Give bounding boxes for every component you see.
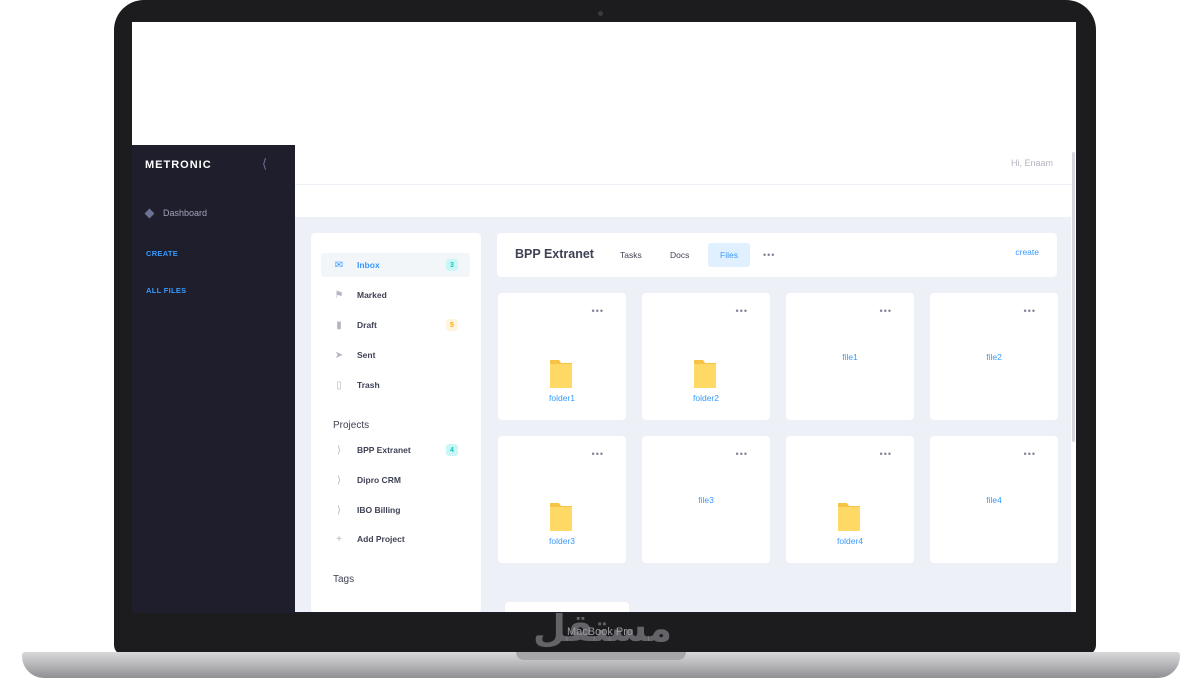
project-count-badge: 4 bbox=[446, 444, 458, 456]
sidebar-item-label: Dashboard bbox=[163, 208, 208, 218]
folder-card[interactable]: ••• folder4 bbox=[786, 436, 914, 563]
more-options-icon[interactable]: ••• bbox=[592, 306, 604, 316]
item-label[interactable]: file4 bbox=[930, 495, 1058, 505]
chevron-right-icon: ⟩ bbox=[337, 444, 341, 456]
more-options-icon[interactable]: ••• bbox=[736, 306, 748, 316]
item-label[interactable]: file3 bbox=[642, 495, 770, 505]
item-label[interactable]: folder2 bbox=[642, 393, 770, 403]
scrollbar[interactable] bbox=[1072, 152, 1075, 442]
collapse-sidebar-icon[interactable]: ⟨ bbox=[262, 156, 267, 172]
project-item-label: BPP Extranet bbox=[357, 445, 411, 455]
more-tabs-icon[interactable]: ••• bbox=[751, 243, 787, 267]
folder-card[interactable]: ••• folder1 bbox=[498, 293, 626, 420]
project-header: BPP Extranet Tasks Docs Files ••• create bbox=[497, 233, 1057, 277]
more-options-icon[interactable]: ••• bbox=[1024, 306, 1036, 316]
create-link[interactable]: create bbox=[1015, 247, 1039, 257]
brand-logo: METRONIC bbox=[145, 159, 212, 171]
project-title: BPP Extranet bbox=[515, 247, 594, 261]
tags-heading: Tags bbox=[333, 574, 355, 585]
folder-icon bbox=[550, 360, 572, 388]
laptop-notch bbox=[516, 652, 686, 660]
item-label[interactable]: file1 bbox=[786, 352, 914, 362]
menu-item-label: Marked bbox=[357, 290, 387, 300]
camera-icon bbox=[598, 11, 603, 16]
project-item-label: IBO Billing bbox=[357, 505, 401, 515]
screen: METRONIC ⟨ Dashboard CREATE ALL FILES Hi… bbox=[132, 22, 1076, 613]
more-options-icon[interactable]: ••• bbox=[592, 449, 604, 459]
mail-icon: ✉ bbox=[334, 259, 344, 271]
send-icon: ➤ bbox=[334, 349, 344, 361]
top-bar: Hi, Enaam bbox=[295, 145, 1076, 185]
tab-tasks[interactable]: Tasks bbox=[608, 243, 654, 267]
draft-icon: ▮ bbox=[336, 319, 342, 331]
chevron-right-icon: ⟩ bbox=[337, 474, 341, 486]
file-card[interactable]: ••• file3 bbox=[642, 436, 770, 563]
menu-item-label: Sent bbox=[357, 350, 376, 360]
folder-card[interactable]: ••• folder3 bbox=[498, 436, 626, 563]
sidebar-item-dashboard[interactable]: Dashboard bbox=[144, 208, 208, 218]
projects-heading: Projects bbox=[333, 420, 370, 431]
item-label[interactable]: file2 bbox=[930, 352, 1058, 362]
menu-item-trash[interactable]: ▯ Trash bbox=[321, 373, 470, 397]
menu-item-marked[interactable]: ⚑ Marked bbox=[321, 283, 470, 307]
inbox-count-badge: 3 bbox=[446, 259, 458, 271]
more-options-icon[interactable]: ••• bbox=[880, 306, 892, 316]
menu-item-label: Inbox bbox=[357, 260, 380, 270]
content-area: ✉ Inbox 3 ⚑ Marked ▮ Draft 5 ➤ Sent ▯ Tr… bbox=[295, 217, 1071, 613]
folder-icon bbox=[838, 503, 860, 531]
project-item-dipro-crm[interactable]: ⟩ Dipro CRM bbox=[321, 468, 470, 492]
plus-icon: + bbox=[336, 533, 342, 545]
add-project-button[interactable]: + Add Project bbox=[321, 527, 470, 551]
trash-icon: ▯ bbox=[336, 379, 342, 391]
file-card[interactable]: ••• file4 bbox=[930, 436, 1058, 563]
user-greeting[interactable]: Hi, Enaam bbox=[1011, 158, 1053, 168]
more-options-icon[interactable]: ••• bbox=[736, 449, 748, 459]
item-label[interactable]: folder4 bbox=[786, 536, 914, 546]
menu-item-draft[interactable]: ▮ Draft 5 bbox=[321, 313, 470, 337]
project-item-ibo-billing[interactable]: ⟩ IBO Billing bbox=[321, 498, 470, 522]
subheader bbox=[295, 185, 1076, 217]
screen-bottom-divider bbox=[132, 612, 1076, 613]
draft-count-badge: 5 bbox=[446, 319, 458, 331]
aside-menu: ✉ Inbox 3 ⚑ Marked ▮ Draft 5 ➤ Sent ▯ Tr… bbox=[311, 233, 481, 613]
folder-icon bbox=[550, 503, 572, 531]
project-item-label: Dipro CRM bbox=[357, 475, 401, 485]
folder-icon bbox=[694, 360, 716, 388]
project-item-bpp-extranet[interactable]: ⟩ BPP Extranet 4 bbox=[321, 438, 470, 462]
sidebar: METRONIC ⟨ Dashboard CREATE ALL FILES bbox=[132, 145, 295, 613]
sidebar-link-create[interactable]: CREATE bbox=[146, 249, 178, 258]
more-options-icon[interactable]: ••• bbox=[1024, 449, 1036, 459]
menu-item-label: Draft bbox=[357, 320, 377, 330]
menu-item-sent[interactable]: ➤ Sent bbox=[321, 343, 470, 367]
sidebar-link-all-files[interactable]: ALL FILES bbox=[146, 286, 186, 295]
folder-card[interactable]: ••• folder2 bbox=[642, 293, 770, 420]
dashboard-icon bbox=[144, 208, 155, 218]
menu-item-label: Trash bbox=[357, 380, 380, 390]
more-options-icon[interactable]: ••• bbox=[880, 449, 892, 459]
tab-files[interactable]: Files bbox=[708, 243, 750, 267]
file-card[interactable]: ••• file2 bbox=[930, 293, 1058, 420]
menu-item-inbox[interactable]: ✉ Inbox 3 bbox=[321, 253, 470, 277]
chevron-right-icon: ⟩ bbox=[337, 504, 341, 516]
model-label: MacBook Pro bbox=[566, 626, 634, 638]
tab-docs[interactable]: Docs bbox=[658, 243, 701, 267]
item-label[interactable]: folder3 bbox=[498, 536, 626, 546]
flag-icon: ⚑ bbox=[334, 289, 344, 301]
file-card[interactable]: ••• file1 bbox=[786, 293, 914, 420]
add-project-label: Add Project bbox=[357, 534, 405, 544]
item-label[interactable]: folder1 bbox=[498, 393, 626, 403]
